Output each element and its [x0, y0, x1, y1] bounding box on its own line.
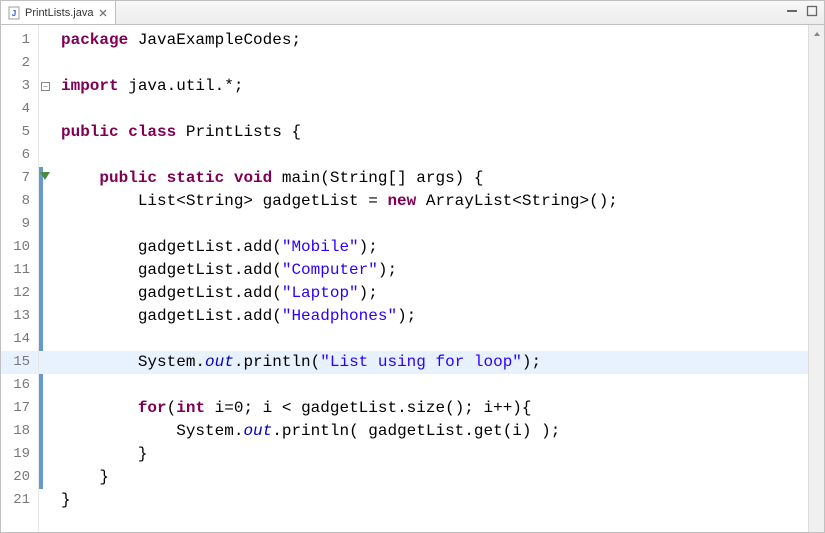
marker-cell [39, 420, 55, 443]
close-tab-icon[interactable] [97, 7, 109, 19]
code-line[interactable]: for(int i=0; i < gadgetList.size(); i++)… [55, 397, 808, 420]
line-number[interactable]: 12 [1, 282, 38, 305]
marker-cell [39, 305, 55, 328]
code-line[interactable]: import java.util.*; [55, 75, 808, 98]
code-line[interactable]: public static void main(String[] args) { [55, 167, 808, 190]
marker-cell [39, 397, 55, 420]
override-indicator-icon[interactable] [40, 172, 50, 180]
code-line[interactable] [55, 374, 808, 397]
fold-toggle-icon[interactable]: − [41, 82, 50, 91]
marker-cell [39, 466, 55, 489]
line-number[interactable]: 7 [1, 167, 38, 190]
line-number[interactable]: 13 [1, 305, 38, 328]
svg-text:J: J [12, 9, 16, 18]
code-line[interactable]: System.out.println("List using for loop"… [55, 351, 808, 374]
marker-cell [39, 29, 55, 52]
line-number[interactable]: 17 [1, 397, 38, 420]
marker-strip[interactable]: − [39, 25, 55, 532]
java-file-icon: J [7, 6, 21, 20]
marker-cell [39, 190, 55, 213]
line-number[interactable]: 8 [1, 190, 38, 213]
code-line[interactable] [55, 144, 808, 167]
code-line[interactable]: gadgetList.add("Laptop"); [55, 282, 808, 305]
marker-cell [39, 167, 55, 190]
line-number[interactable]: 1 [1, 29, 38, 52]
marker-cell [39, 98, 55, 121]
line-number[interactable]: 18 [1, 420, 38, 443]
marker-cell [39, 374, 55, 397]
line-number[interactable]: 2 [1, 52, 38, 75]
code-line[interactable] [55, 213, 808, 236]
line-number[interactable]: 5 [1, 121, 38, 144]
code-line[interactable]: } [55, 466, 808, 489]
marker-cell [39, 328, 55, 351]
line-number[interactable]: 20 [1, 466, 38, 489]
line-number[interactable]: 21 [1, 489, 38, 512]
code-line[interactable]: gadgetList.add("Computer"); [55, 259, 808, 282]
line-number[interactable]: 10 [1, 236, 38, 259]
code-line[interactable]: public class PrintLists { [55, 121, 808, 144]
code-line[interactable] [55, 52, 808, 75]
code-line[interactable]: List<String> gadgetList = new ArrayList<… [55, 190, 808, 213]
code-line[interactable]: gadgetList.add("Mobile"); [55, 236, 808, 259]
line-number[interactable]: 19 [1, 443, 38, 466]
marker-cell [39, 351, 55, 374]
marker-cell [39, 259, 55, 282]
editor-tab[interactable]: J PrintLists.java [1, 1, 116, 24]
code-area[interactable]: package JavaExampleCodes; import java.uti… [55, 25, 808, 532]
code-line[interactable] [55, 98, 808, 121]
marker-cell [39, 236, 55, 259]
line-number[interactable]: 3 [1, 75, 38, 98]
code-line[interactable]: } [55, 489, 808, 512]
window-controls [784, 3, 820, 19]
marker-cell [39, 489, 55, 512]
marker-cell [39, 144, 55, 167]
line-number[interactable]: 9 [1, 213, 38, 236]
marker-cell [39, 52, 55, 75]
line-number[interactable]: 6 [1, 144, 38, 167]
maximize-icon[interactable] [804, 3, 820, 19]
scroll-up-icon[interactable] [811, 27, 822, 41]
code-line[interactable]: System.out.println( gadgetList.get(i) ); [55, 420, 808, 443]
line-number[interactable]: 11 [1, 259, 38, 282]
code-line[interactable]: gadgetList.add("Headphones"); [55, 305, 808, 328]
line-number[interactable]: 16 [1, 374, 38, 397]
minimize-icon[interactable] [784, 3, 800, 19]
tab-filename: PrintLists.java [25, 7, 93, 19]
line-number[interactable]: 15 [1, 351, 38, 374]
code-line[interactable]: package JavaExampleCodes; [55, 29, 808, 52]
marker-cell [39, 282, 55, 305]
line-number[interactable]: 14 [1, 328, 38, 351]
code-editor[interactable]: 123456789101112131415161718192021 − pack… [1, 25, 824, 532]
line-number-gutter[interactable]: 123456789101112131415161718192021 [1, 25, 39, 532]
tab-bar: J PrintLists.java [1, 1, 824, 25]
code-line[interactable]: } [55, 443, 808, 466]
marker-cell: − [39, 75, 55, 98]
line-number[interactable]: 4 [1, 98, 38, 121]
marker-cell [39, 213, 55, 236]
code-line[interactable] [55, 328, 808, 351]
marker-cell [39, 121, 55, 144]
marker-cell [39, 443, 55, 466]
vertical-scrollbar[interactable] [808, 25, 824, 532]
